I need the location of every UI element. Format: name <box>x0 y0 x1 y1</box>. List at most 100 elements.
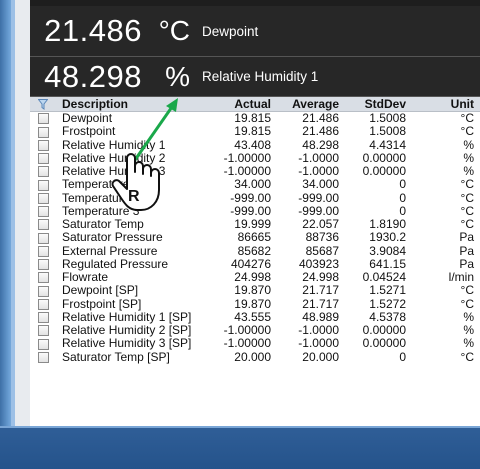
column-header-description[interactable]: Description <box>56 97 204 112</box>
cell-actual: 19.815 <box>234 111 271 126</box>
row-checkbox[interactable] <box>37 245 49 257</box>
cell-description: Dewpoint <box>62 111 113 126</box>
cell-description: Frostpoint [SP] <box>62 296 142 311</box>
cell-description: Regulated Pressure <box>62 256 169 271</box>
readout-label: Dewpoint <box>202 23 259 39</box>
table-row[interactable]: Frostpoint [SP] 19.870 21.717 1.5272 °C <box>30 296 480 311</box>
cell-stddev: 0 <box>399 203 406 218</box>
cell-units: % <box>463 336 474 351</box>
column-header-actual[interactable]: Actual <box>204 97 274 112</box>
row-checkbox[interactable] <box>37 232 49 244</box>
readout-relative-humidity-1: 48.298 % Relative Humidity 1 <box>30 57 480 97</box>
cell-description: Dewpoint [SP] <box>62 283 139 298</box>
table-row[interactable]: Regulated Pressure 404276 403923 641.15 Pa <box>30 256 480 271</box>
cell-stddev: 0.00000 <box>362 323 406 338</box>
cell-stddev: 4.4314 <box>369 137 406 152</box>
table-row[interactable]: Frostpoint 19.815 21.486 1.5008 °C <box>30 125 480 138</box>
row-checkbox[interactable] <box>37 206 49 218</box>
cell-description: Saturator Pressure <box>62 230 163 245</box>
row-checkbox-cell <box>30 324 56 337</box>
cell-average: 22.057 <box>302 217 339 232</box>
cell-units: % <box>463 164 474 179</box>
table-row[interactable]: Dewpoint [SP] 19.870 21.717 1.5271 °C <box>30 284 480 297</box>
table-row[interactable]: Relative Humidity 1 43.408 48.298 4.4314% <box>30 137 480 152</box>
row-checkbox-cell <box>30 112 56 126</box>
readout-dewpoint: 21.486 °C Dewpoint <box>30 0 480 57</box>
row-checkbox[interactable] <box>37 126 49 138</box>
table-row[interactable]: Temperature 2 -999.00 -999.00 0 °C <box>30 190 480 205</box>
column-header-units[interactable]: Unit <box>409 97 480 112</box>
readout-label: Relative Humidity 1 <box>202 69 319 84</box>
row-checkbox[interactable] <box>37 312 49 324</box>
cell-average: 20.000 <box>302 349 339 364</box>
row-checkbox[interactable] <box>37 153 49 165</box>
row-checkbox[interactable] <box>37 139 49 151</box>
cell-description: Temperature 3 <box>62 203 140 218</box>
readout-value: 48.298 <box>44 58 142 94</box>
table-row[interactable]: External Pressure 85682 85687 3.9084 Pa <box>30 243 480 258</box>
table-row[interactable]: Relative Humidity 2 -1.00000 -1.0000 0.0000… <box>30 150 480 165</box>
cell-units: Pa <box>459 243 474 258</box>
row-checkbox-cell <box>30 152 56 165</box>
row-checkbox[interactable] <box>37 285 49 297</box>
cell-units: Pa <box>459 256 474 271</box>
cell-units: °C <box>460 203 474 218</box>
row-checkbox[interactable] <box>37 259 49 271</box>
row-checkbox[interactable] <box>37 325 49 337</box>
table-row[interactable]: Temperature 3 -999.00 -999.00 0 °C <box>30 203 480 218</box>
cell-average: 21.486 <box>302 111 339 126</box>
cell-units: °C <box>460 111 474 126</box>
readout-unit: % <box>165 60 190 92</box>
table-row[interactable]: Flowrate 24.998 24.998 0.04524 l/min <box>30 271 480 284</box>
cell-description: External Pressure <box>62 243 158 258</box>
column-header-average[interactable]: Average <box>274 97 342 112</box>
cell-average: -1.0000 <box>298 164 339 179</box>
cell-average: 85687 <box>305 243 339 258</box>
row-checkbox[interactable] <box>37 298 49 310</box>
row-checkbox-cell <box>30 205 56 218</box>
cell-stddev: 0 <box>399 349 406 364</box>
row-checkbox-cell <box>30 178 56 191</box>
cell-stddev: 3.9084 <box>369 243 406 258</box>
cell-stddev: 0 <box>399 177 406 192</box>
row-checkbox[interactable] <box>37 166 49 178</box>
row-checkbox[interactable] <box>37 338 49 350</box>
cell-units: l/min <box>448 270 474 285</box>
cell-stddev: 0.00000 <box>362 164 406 179</box>
cell-actual: 86665 <box>237 230 271 245</box>
row-checkbox[interactable] <box>37 272 49 284</box>
row-checkbox-cell <box>30 284 56 297</box>
row-checkbox[interactable] <box>37 179 49 191</box>
table-row[interactable]: Relative Humidity 2 [SP] -1.00000 -1.0000 0… <box>30 324 480 337</box>
cell-average: 21.486 <box>302 124 339 139</box>
table-row[interactable]: Temperature 1 34.000 34.000 0 °C <box>30 178 480 191</box>
table-row[interactable]: Dewpoint 19.815 21.486 1.5008 °C <box>30 112 480 126</box>
cell-stddev: 1.5271 <box>369 283 406 298</box>
cell-actual: 19.999 <box>234 217 271 232</box>
cell-description: Relative Humidity 2 [SP] <box>62 323 192 338</box>
table-row[interactable]: Relative Humidity 3 [SP] -1.00000 -1.0000 0… <box>30 337 480 350</box>
table-row[interactable]: Relative Humidity 1 [SP] 43.555 48.989 4.53… <box>30 310 480 324</box>
cell-units: °C <box>460 283 474 298</box>
row-checkbox-cell <box>30 245 56 258</box>
filter-button[interactable] <box>30 97 56 112</box>
row-checkbox[interactable] <box>37 113 49 125</box>
row-checkbox[interactable] <box>37 351 49 363</box>
cell-units: °C <box>460 190 474 205</box>
table-row[interactable]: Saturator Pressure 86665 88736 1930.2 Pa <box>30 231 480 244</box>
cell-actual: 19.870 <box>234 283 271 298</box>
cell-description: Relative Humidity 3 [SP] <box>62 336 192 351</box>
table-row[interactable]: Saturator Temp 19.999 22.057 1.8190 °C <box>30 218 480 231</box>
row-checkbox[interactable] <box>37 192 49 204</box>
cell-average: 34.000 <box>302 177 339 192</box>
row-checkbox-cell <box>30 125 56 138</box>
row-checkbox-cell <box>30 337 56 350</box>
cell-description: Saturator Temp [SP] <box>62 349 170 364</box>
column-header-stddev[interactable]: StdDev <box>342 97 409 112</box>
cell-actual: 19.870 <box>234 296 271 311</box>
row-checkbox[interactable] <box>37 219 49 231</box>
table-row[interactable]: Relative Humidity 3 -1.00000 -1.0000 0.0000… <box>30 165 480 178</box>
cell-actual: -1.00000 <box>223 150 271 165</box>
cell-units: °C <box>460 124 474 139</box>
table-row[interactable]: Saturator Temp [SP] 20.000 20.000 0 °C <box>30 349 480 364</box>
